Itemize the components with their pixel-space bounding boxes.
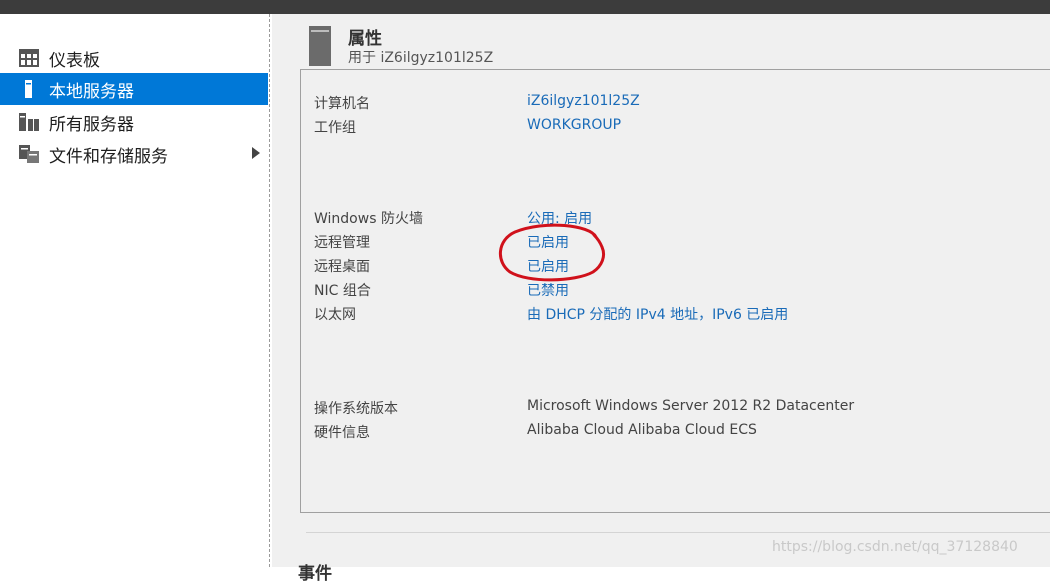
property-value-link[interactable]: WORKGROUP <box>527 117 621 133</box>
window-top-bar <box>0 0 1050 14</box>
dashboard-icon <box>19 49 39 67</box>
server-icon <box>25 80 32 98</box>
page-subtitle: 用于 iZ6ilgyz101l25Z <box>348 50 494 66</box>
watermark: https://blog.csdn.net/qq_37128840 <box>772 539 1018 555</box>
property-value: Alibaba Cloud Alibaba Cloud ECS <box>527 422 757 438</box>
events-section-title: 事件 <box>298 564 332 584</box>
sidebar-item-file-storage[interactable]: 文件和存储服务 <box>0 138 268 170</box>
property-row-os-version: 操作系统版本 Microsoft Windows Server 2012 R2 … <box>314 398 1050 420</box>
property-row-remote-desktop: 远程桌面 已启用 <box>314 256 1050 278</box>
property-row-computer-name: 计算机名 iZ6ilgyz101l25Z <box>314 93 1050 115</box>
property-row-ethernet: 以太网 由 DHCP 分配的 IPv4 地址，IPv6 已启用 <box>314 304 1050 326</box>
properties-panel: 计算机名 iZ6ilgyz101l25Z 工作组 WORKGROUP Windo… <box>300 69 1050 513</box>
sidebar-item-label: 本地服务器 <box>49 82 134 102</box>
property-value-link[interactable]: 已禁用 <box>527 280 569 300</box>
property-value-link[interactable]: 由 DHCP 分配的 IPv4 地址，IPv6 已启用 <box>527 304 788 324</box>
section-separator <box>306 532 1050 533</box>
property-label: 工作组 <box>314 120 356 136</box>
property-label: 硬件信息 <box>314 425 370 441</box>
main-content: 属性 用于 iZ6ilgyz101l25Z 计算机名 iZ6ilgyz101l2… <box>272 14 1050 584</box>
property-label: 操作系统版本 <box>314 401 398 417</box>
property-row-workgroup: 工作组 WORKGROUP <box>314 117 1050 139</box>
property-value-link[interactable]: 已启用 <box>527 232 569 252</box>
property-value-link[interactable]: 已启用 <box>527 256 569 276</box>
sidebar-item-local-server[interactable]: 本地服务器 <box>0 73 268 105</box>
property-label: Windows 防火墙 <box>314 211 423 227</box>
chevron-right-icon[interactable] <box>252 147 260 159</box>
property-row-nic-teaming: NIC 组合 已禁用 <box>314 280 1050 302</box>
property-row-remote-management: 远程管理 已启用 <box>314 232 1050 254</box>
property-value-link[interactable]: 公用: 启用 <box>527 208 592 228</box>
property-label: 远程管理 <box>314 235 370 251</box>
sidebar-item-label: 仪表板 <box>49 51 100 71</box>
property-label: NIC 组合 <box>314 283 371 299</box>
sidebar-item-all-servers[interactable]: 所有服务器 <box>0 106 268 138</box>
server-icon <box>309 26 331 66</box>
sidebar: 仪表板 本地服务器 所有服务器 文件和存储服务 <box>0 14 269 567</box>
property-value-link[interactable]: iZ6ilgyz101l25Z <box>527 93 640 109</box>
sidebar-item-label: 文件和存储服务 <box>49 147 168 167</box>
file-storage-icon <box>19 145 39 163</box>
sidebar-item-label: 所有服务器 <box>49 115 134 135</box>
property-row-firewall: Windows 防火墙 公用: 启用 <box>314 208 1050 230</box>
property-label: 远程桌面 <box>314 259 370 275</box>
servers-icon <box>19 113 39 131</box>
sidebar-item-dashboard[interactable]: 仪表板 <box>0 42 268 74</box>
property-row-hardware: 硬件信息 Alibaba Cloud Alibaba Cloud ECS <box>314 422 1050 444</box>
page-title: 属性 <box>348 29 382 49</box>
property-label: 计算机名 <box>314 96 370 112</box>
property-value: Microsoft Windows Server 2012 R2 Datacen… <box>527 398 855 414</box>
property-label: 以太网 <box>314 307 356 323</box>
